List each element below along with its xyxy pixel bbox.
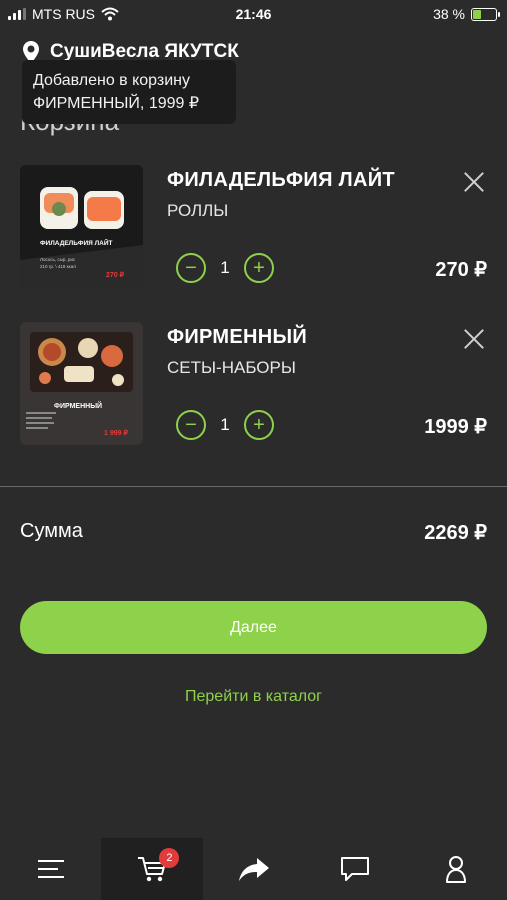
cart-badge: 2 bbox=[159, 848, 180, 868]
quantity-value: 1 bbox=[220, 415, 230, 434]
thumb-price: 1 999 ₽ bbox=[104, 429, 128, 437]
quantity-stepper: − 1 + bbox=[176, 410, 274, 440]
status-right: 38 % bbox=[433, 6, 500, 22]
decrease-quantity-button[interactable]: − bbox=[176, 410, 206, 440]
clock: 21:46 bbox=[235, 6, 272, 22]
remove-item-icon[interactable] bbox=[463, 328, 485, 350]
thumb-title: ФИЛАДЕЛЬФИЯ ЛАЙТ bbox=[40, 238, 113, 247]
thumb-desc: Лосось, сыр, рис bbox=[40, 257, 76, 262]
toast-line-2: ФИРМЕННЫЙ, 1999 ₽ bbox=[33, 95, 200, 112]
product-name: ФИРМЕННЫЙ bbox=[167, 326, 308, 348]
total-value: 2269 ₽ bbox=[424, 522, 487, 544]
cart-item: ФИЛАДЕЛЬФИЯ ЛАЙТ Лосось, сыр, рис 210 гр… bbox=[0, 165, 507, 295]
profile-icon bbox=[446, 856, 467, 883]
total-label: Сумма bbox=[20, 520, 83, 542]
cart-item: ФИРМЕННЫЙ 1 999 ₽ ФИРМЕННЫЙ СЕТЫ-НАБОРЫ … bbox=[0, 322, 507, 452]
chat-icon bbox=[340, 857, 369, 881]
next-button[interactable]: Далее bbox=[20, 601, 487, 654]
tab-profile[interactable] bbox=[406, 838, 507, 900]
go-to-catalog-link[interactable]: Перейти в каталог bbox=[0, 688, 507, 706]
thumb-meta: 210 гр. \ 418 ккал bbox=[40, 264, 76, 269]
added-to-cart-toast: Добавлено в корзину ФИРМЕННЫЙ, 1999 ₽ bbox=[22, 60, 236, 124]
remove-item-icon[interactable] bbox=[463, 171, 485, 193]
product-category: СЕТЫ-НАБОРЫ bbox=[167, 358, 296, 377]
quantity-stepper: − 1 + bbox=[176, 253, 274, 283]
decrease-quantity-button[interactable]: − bbox=[176, 253, 206, 283]
product-price: 1999 ₽ bbox=[424, 416, 487, 438]
thumb-price: 270 ₽ bbox=[106, 271, 125, 279]
battery-icon bbox=[471, 7, 500, 21]
thumb-title: ФИРМЕННЫЙ bbox=[54, 401, 102, 410]
quantity-value: 1 bbox=[220, 258, 230, 277]
divider bbox=[0, 486, 507, 487]
status-bar: MTS RUS 21:46 38 % bbox=[0, 0, 507, 28]
tab-menu[interactable] bbox=[0, 838, 101, 900]
tab-bar: 2 bbox=[0, 838, 507, 900]
toast-line-1: Добавлено в корзину bbox=[33, 72, 191, 89]
increase-quantity-button[interactable]: + bbox=[244, 410, 274, 440]
product-image[interactable]: ФИРМЕННЫЙ 1 999 ₽ bbox=[20, 322, 143, 445]
increase-quantity-button[interactable]: + bbox=[244, 253, 274, 283]
share-icon bbox=[238, 858, 269, 881]
product-name: ФИЛАДЕЛЬФИЯ ЛАЙТ bbox=[167, 169, 395, 191]
tab-chat[interactable] bbox=[304, 838, 405, 900]
product-price: 270 ₽ bbox=[435, 259, 487, 281]
menu-icon bbox=[37, 860, 64, 878]
product-category: РОЛЛЫ bbox=[167, 201, 229, 220]
tab-share[interactable] bbox=[203, 838, 304, 900]
battery-percent: 38 % bbox=[433, 6, 465, 22]
tab-cart[interactable]: 2 bbox=[101, 838, 203, 900]
product-image[interactable]: ФИЛАДЕЛЬФИЯ ЛАЙТ Лосось, сыр, рис 210 гр… bbox=[20, 165, 143, 288]
